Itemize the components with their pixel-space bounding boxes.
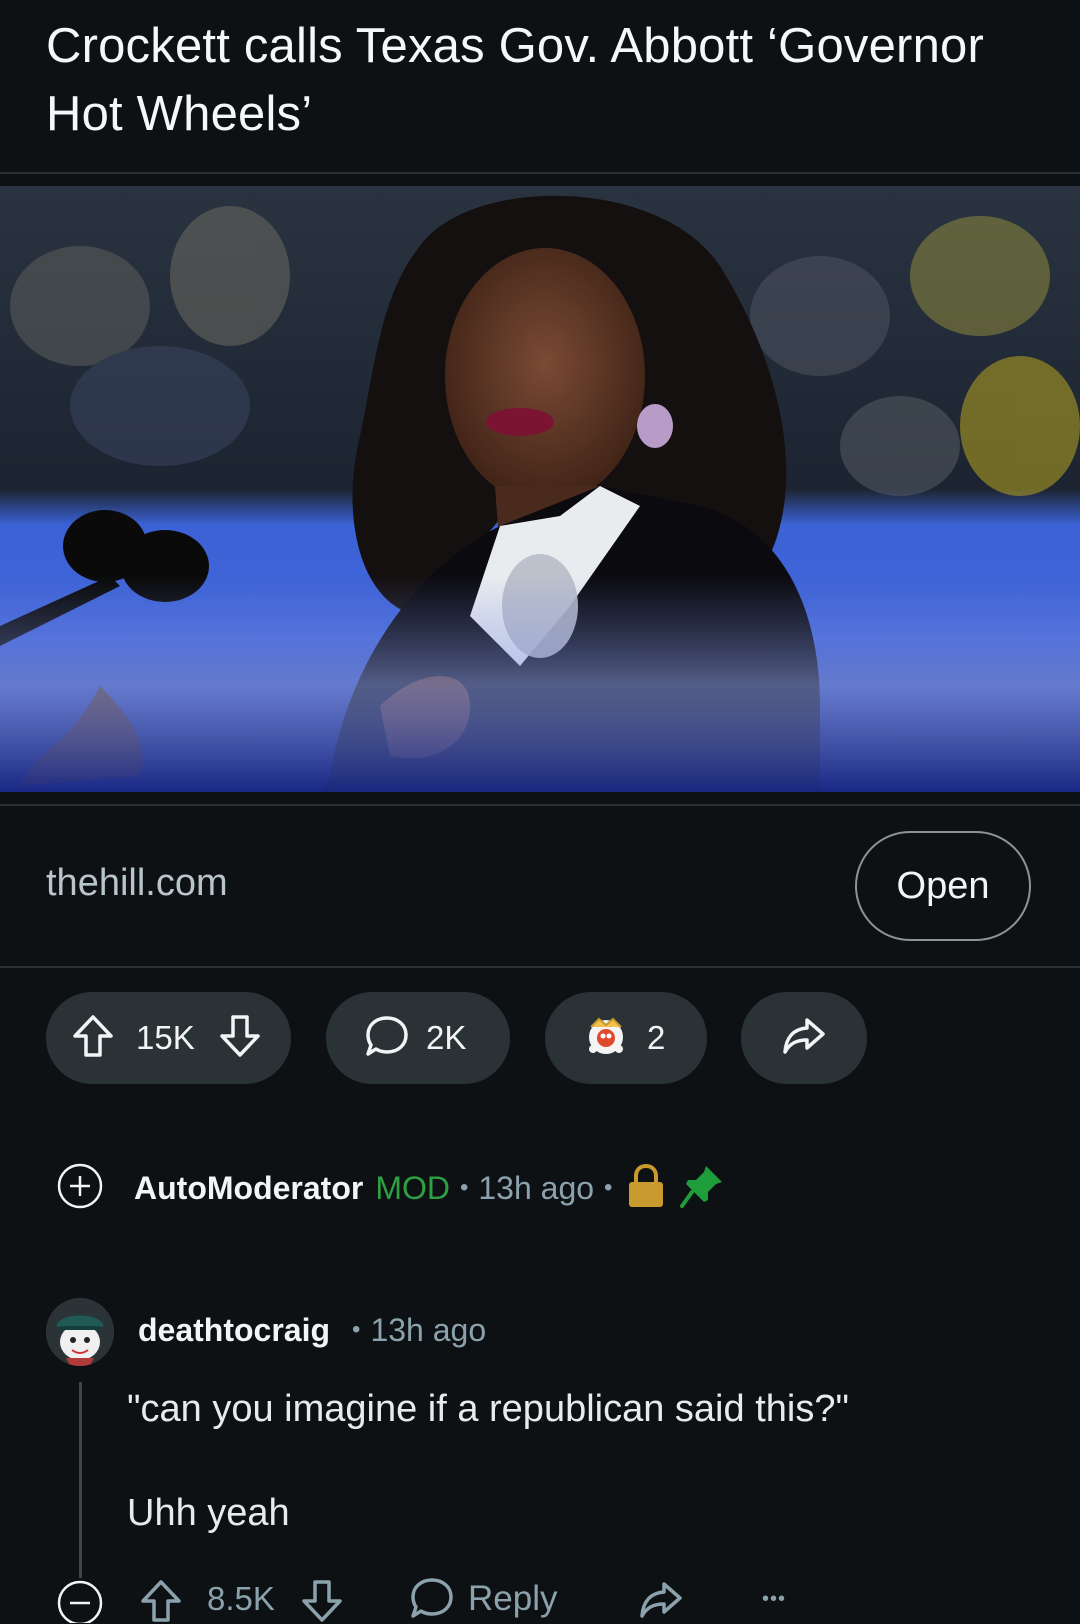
reply-icon (410, 1574, 454, 1624)
comment-author[interactable]: deathtocraig (138, 1312, 330, 1349)
award-icon (581, 1011, 631, 1066)
vote-count: 15K (136, 1019, 195, 1056)
comment-actions: 8.5K Reply ••• (0, 1574, 1080, 1624)
share-icon[interactable] (638, 1574, 684, 1624)
comment-body-line: "can you imagine if a republican said th… (127, 1388, 849, 1430)
open-link-button[interactable]: Open (855, 831, 1031, 941)
comment-author[interactable]: AutoModerator (134, 1170, 363, 1207)
post-page: Crockett calls Texas Gov. Abbott ‘Govern… (0, 0, 1080, 1624)
upvote-icon[interactable] (139, 1574, 183, 1624)
post-image[interactable] (0, 186, 1080, 792)
lock-icon (626, 1163, 666, 1214)
reply-button[interactable]: Reply (410, 1574, 557, 1624)
more-icon[interactable]: ••• (762, 1574, 786, 1624)
upvote-icon[interactable] (72, 1014, 114, 1063)
downvote-icon[interactable] (300, 1574, 344, 1624)
avatar[interactable] (46, 1298, 114, 1366)
award-button[interactable]: 2 (545, 992, 707, 1084)
share-icon (781, 1016, 827, 1061)
comment-body-line: Uhh yeah (127, 1492, 290, 1534)
post-image-illustration (0, 186, 1080, 792)
comment-count: 2K (426, 1019, 467, 1056)
comment-time: 13h ago (370, 1311, 487, 1348)
share-button[interactable] (741, 992, 867, 1084)
pinned-comment-header: AutoModerator MOD • 13h ago • (56, 1160, 726, 1216)
divider (0, 966, 1080, 968)
mod-badge: MOD (375, 1169, 450, 1206)
collapse-icon[interactable] (56, 1574, 104, 1624)
comment-time: 13h ago (478, 1169, 595, 1206)
thread-line[interactable] (79, 1382, 82, 1578)
separator-dot: • (352, 1316, 361, 1343)
award-count: 2 (647, 1019, 666, 1056)
divider (0, 804, 1080, 806)
expand-icon[interactable] (56, 1162, 104, 1215)
separator-dot: • (604, 1174, 613, 1201)
separator-dot: • (459, 1174, 469, 1201)
comment-header: deathtocraig • 13h ago (138, 1302, 486, 1358)
comment-vote-count: 8.5K (207, 1580, 275, 1617)
vote-pill: 15K (46, 992, 291, 1084)
downvote-icon[interactable] (219, 1014, 261, 1063)
post-title[interactable]: Crockett calls Texas Gov. Abbott ‘Govern… (46, 12, 1046, 148)
comments-button[interactable]: 2K (326, 992, 510, 1084)
pin-icon (678, 1162, 726, 1215)
link-domain[interactable]: thehill.com (46, 862, 228, 905)
comment-icon (364, 1014, 410, 1063)
divider (0, 172, 1080, 174)
